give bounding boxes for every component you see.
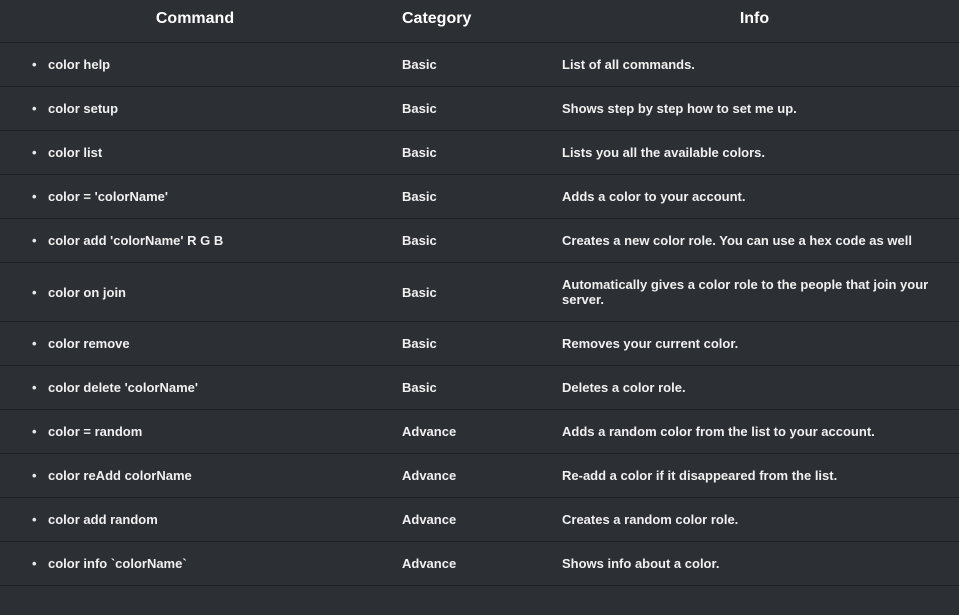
cell-info: Automatically gives a color role to the … <box>550 263 959 322</box>
cell-info: Shows info about a color. <box>550 542 959 586</box>
header-category: Category <box>390 0 550 43</box>
table-row: color reAdd colorName Advance Re-add a c… <box>0 454 959 498</box>
table-row: color = random Advance Adds a random col… <box>0 410 959 454</box>
cell-command: color = 'colorName' <box>0 175 390 219</box>
cell-category: Advance <box>390 498 550 542</box>
cell-category: Basic <box>390 87 550 131</box>
cell-command: color add random <box>0 498 390 542</box>
table-row: color on join Basic Automatically gives … <box>0 263 959 322</box>
table-row: color list Basic Lists you all the avail… <box>0 131 959 175</box>
table-row: color help Basic List of all commands. <box>0 43 959 87</box>
cell-info: Creates a new color role. You can use a … <box>550 219 959 263</box>
commands-table: Command Category Info color help Basic L… <box>0 0 959 586</box>
cell-category: Advance <box>390 454 550 498</box>
cell-command: color info `colorName` <box>0 542 390 586</box>
table-row: color info `colorName` Advance Shows inf… <box>0 542 959 586</box>
cell-category: Basic <box>390 175 550 219</box>
cell-info: List of all commands. <box>550 43 959 87</box>
cell-command: color setup <box>0 87 390 131</box>
cell-command: color reAdd colorName <box>0 454 390 498</box>
cell-category: Basic <box>390 131 550 175</box>
cell-category: Basic <box>390 43 550 87</box>
cell-info: Re-add a color if it disappeared from th… <box>550 454 959 498</box>
table-body: color help Basic List of all commands. c… <box>0 43 959 586</box>
cell-command: color delete 'colorName' <box>0 366 390 410</box>
cell-command: color on join <box>0 263 390 322</box>
table-row: color setup Basic Shows step by step how… <box>0 87 959 131</box>
cell-command: color = random <box>0 410 390 454</box>
cell-command: color add 'colorName' R G B <box>0 219 390 263</box>
header-info: Info <box>550 0 959 43</box>
cell-category: Basic <box>390 322 550 366</box>
cell-info: Deletes a color role. <box>550 366 959 410</box>
cell-info: Creates a random color role. <box>550 498 959 542</box>
table-row: color delete 'colorName' Basic Deletes a… <box>0 366 959 410</box>
cell-info: Adds a color to your account. <box>550 175 959 219</box>
cell-category: Advance <box>390 410 550 454</box>
cell-command: color list <box>0 131 390 175</box>
table-row: color add 'colorName' R G B Basic Create… <box>0 219 959 263</box>
table-header-row: Command Category Info <box>0 0 959 43</box>
cell-category: Advance <box>390 542 550 586</box>
cell-category: Basic <box>390 263 550 322</box>
cell-info: Shows step by step how to set me up. <box>550 87 959 131</box>
table-row: color remove Basic Removes your current … <box>0 322 959 366</box>
table-row: color add random Advance Creates a rando… <box>0 498 959 542</box>
cell-category: Basic <box>390 219 550 263</box>
table-row: color = 'colorName' Basic Adds a color t… <box>0 175 959 219</box>
cell-command: color help <box>0 43 390 87</box>
header-command: Command <box>0 0 390 43</box>
cell-category: Basic <box>390 366 550 410</box>
cell-info: Adds a random color from the list to you… <box>550 410 959 454</box>
cell-info: Lists you all the available colors. <box>550 131 959 175</box>
cell-info: Removes your current color. <box>550 322 959 366</box>
cell-command: color remove <box>0 322 390 366</box>
